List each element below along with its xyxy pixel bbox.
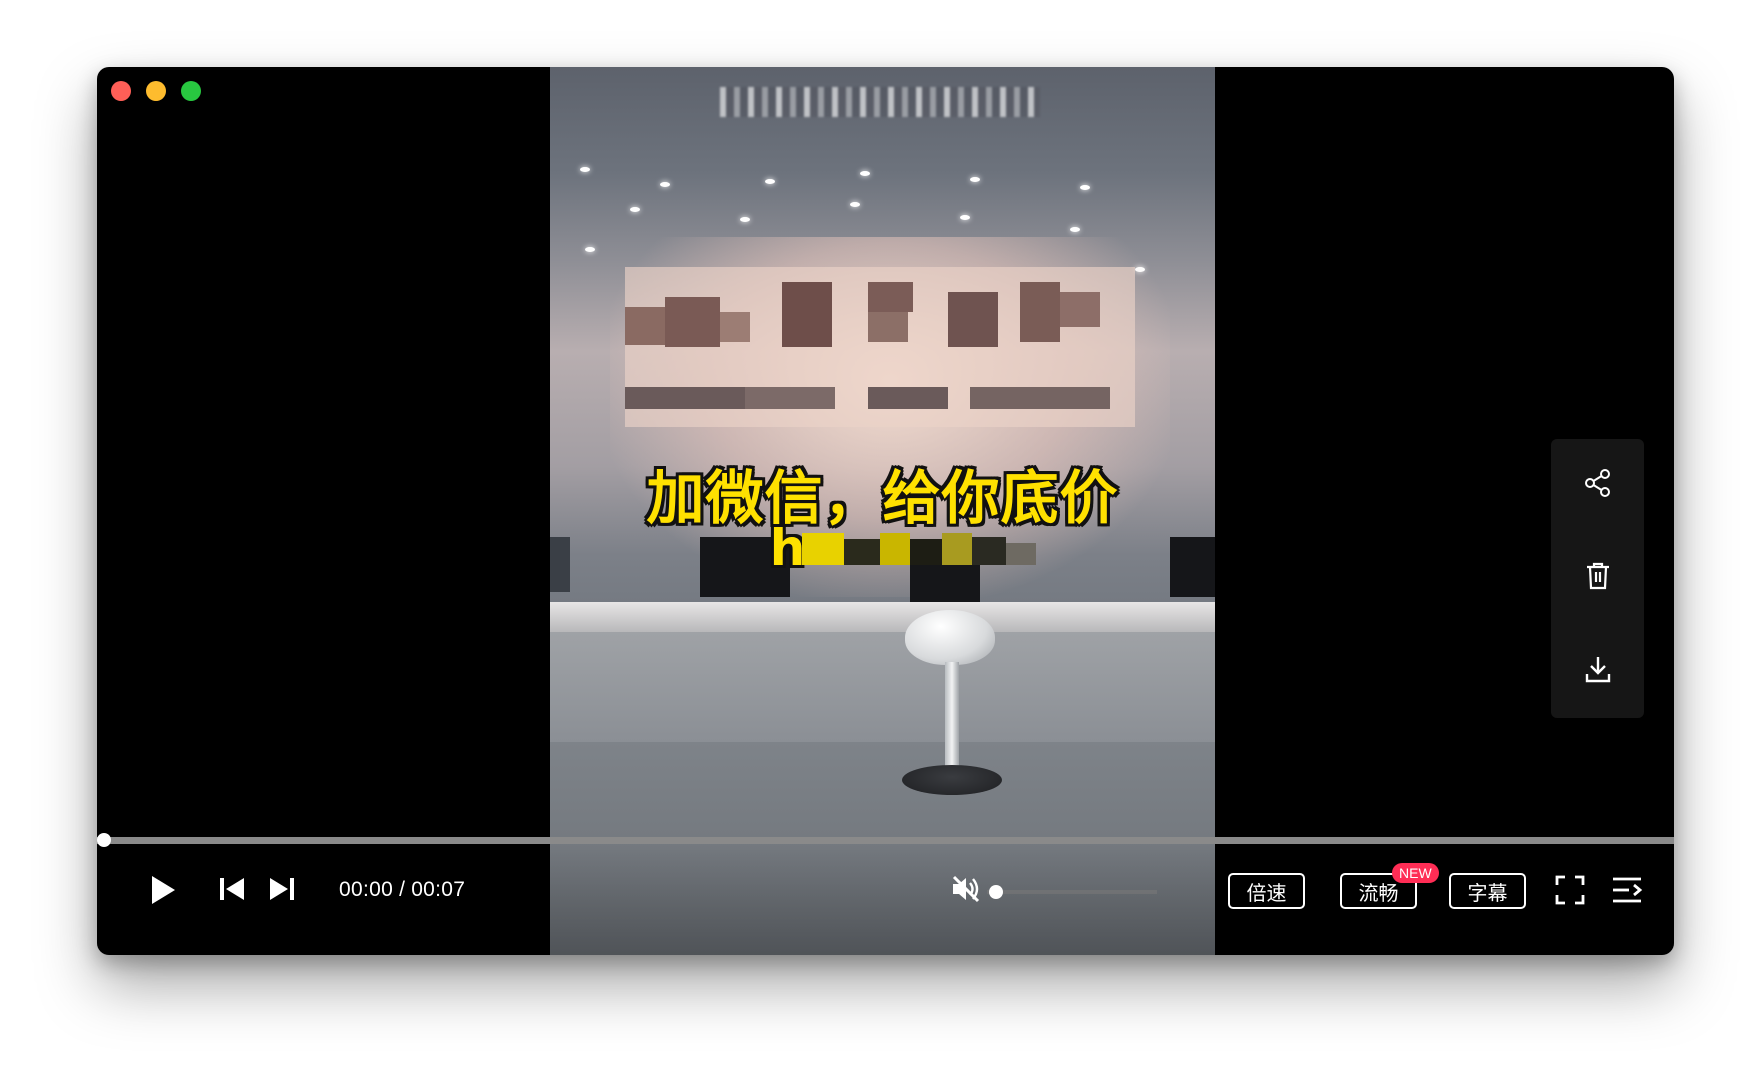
play-button[interactable] — [143, 872, 183, 912]
speed-button[interactable]: 倍速 — [1228, 873, 1305, 909]
previous-button[interactable] — [215, 874, 249, 908]
download-icon — [1583, 654, 1613, 689]
previous-icon — [218, 877, 246, 906]
minimize-window-button[interactable] — [146, 81, 166, 101]
next-button[interactable] — [265, 874, 299, 908]
mute-button[interactable] — [949, 874, 983, 908]
video-subtitle-prefix: h — [769, 519, 806, 577]
share-icon — [1583, 468, 1613, 503]
time-display: 00:00/00:07 — [339, 878, 465, 902]
volume-slider[interactable] — [987, 890, 1157, 894]
trash-icon — [1584, 561, 1612, 596]
download-button[interactable] — [1576, 650, 1620, 694]
subtitle-button[interactable]: 字幕 — [1449, 873, 1526, 909]
share-button[interactable] — [1576, 464, 1620, 508]
new-badge: NEW — [1392, 863, 1439, 883]
next-icon — [268, 877, 296, 906]
side-action-panel — [1551, 439, 1644, 718]
mute-icon — [950, 874, 982, 909]
progress-bar[interactable] — [97, 833, 1674, 847]
fullscreen-icon — [1555, 875, 1585, 910]
time-separator: / — [399, 878, 406, 901]
duration: 00:07 — [411, 878, 466, 901]
subtitle-label: 字幕 — [1467, 880, 1508, 905]
volume-handle[interactable] — [989, 885, 1003, 899]
video-top-caption-mosaic — [720, 87, 1040, 117]
play-icon — [149, 874, 177, 911]
current-time: 00:00 — [339, 878, 394, 901]
quality-button[interactable]: 流畅 NEW — [1340, 863, 1439, 909]
close-window-button[interactable] — [111, 81, 131, 101]
fullscreen-button[interactable] — [1553, 875, 1587, 909]
window-controls — [111, 81, 201, 101]
subtitle-mosaic — [802, 533, 844, 565]
delete-button[interactable] — [1576, 557, 1620, 601]
control-bar: 00:00/00:07 倍速 流畅 NEW 字幕 — [97, 844, 1674, 955]
video-frame[interactable]: 加微信，给你底价 h — [550, 67, 1215, 955]
player-window: 加微信，给你底价 h 00:00 / 00:07 倍速 流畅 NEW 字幕 — [97, 67, 1674, 955]
speed-label: 倍速 — [1246, 880, 1287, 905]
playlist-button[interactable] — [1610, 875, 1644, 909]
zoom-window-button[interactable] — [181, 81, 201, 101]
playlist-icon — [1611, 876, 1643, 909]
quality-label: 流畅 — [1358, 880, 1399, 905]
